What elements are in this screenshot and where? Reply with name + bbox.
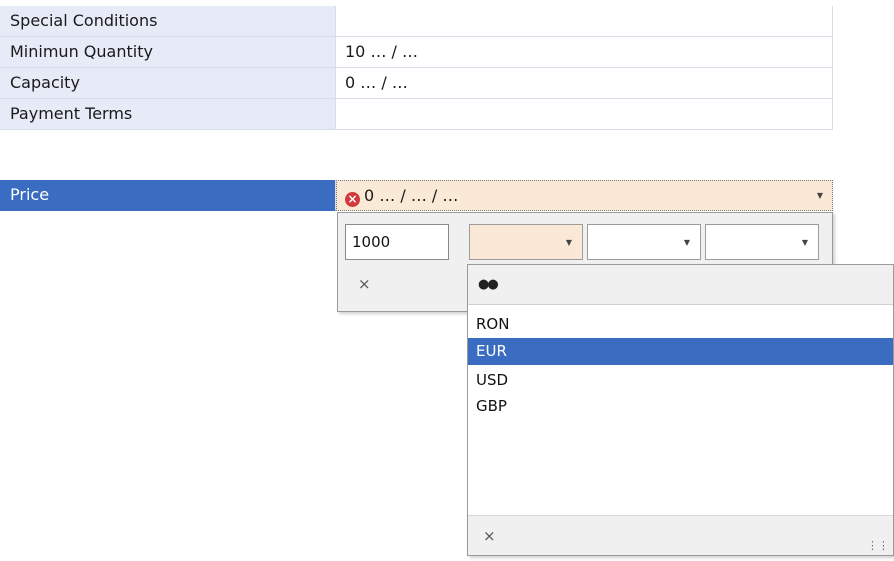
- row-label: Payment Terms: [0, 99, 336, 130]
- binoculars-icon[interactable]: ●●: [478, 277, 499, 292]
- chevron-down-icon[interactable]: ▼: [566, 225, 572, 261]
- price-value-editor[interactable]: × 0 … / … / … ▼: [336, 180, 833, 211]
- period-combo[interactable]: ▼: [705, 224, 819, 260]
- row-payment-terms[interactable]: Payment Terms: [0, 99, 833, 130]
- list-footer: × ⋮⋮: [468, 515, 893, 555]
- row-value[interactable]: 10 … / …: [336, 37, 833, 68]
- row-value: 0 … / … / …: [364, 186, 459, 205]
- row-label: Minimun Quantity: [0, 37, 336, 68]
- row-label: Price: [0, 180, 336, 211]
- row-label: Capacity: [0, 68, 336, 99]
- row-capacity[interactable]: Capacity 0 … / …: [0, 68, 833, 99]
- chevron-down-icon[interactable]: ▼: [817, 181, 823, 211]
- row-minimum-quantity[interactable]: Minimun Quantity 10 … / …: [0, 37, 833, 68]
- unit-combo[interactable]: ▼: [587, 224, 701, 260]
- row-price[interactable]: Price × 0 … / … / … ▼: [0, 180, 833, 211]
- row-label: Special Conditions: [0, 6, 336, 37]
- row-value[interactable]: [336, 99, 833, 130]
- currency-dropdown-list: ●● RON EUR USD GBP × ⋮⋮: [467, 264, 894, 556]
- list-item[interactable]: GBP: [468, 393, 893, 420]
- resize-grip-icon[interactable]: ⋮⋮: [867, 540, 889, 551]
- clear-button[interactable]: ×: [483, 521, 496, 551]
- row-value[interactable]: 0 … / …: [336, 68, 833, 99]
- currency-combo[interactable]: ▼: [469, 224, 583, 260]
- row-special-conditions[interactable]: Special Conditions: [0, 6, 833, 37]
- list-item[interactable]: USD: [468, 367, 893, 394]
- error-icon: ×: [345, 192, 360, 207]
- row-value[interactable]: [336, 6, 833, 37]
- amount-input[interactable]: 1000: [345, 224, 449, 260]
- chevron-down-icon[interactable]: ▼: [684, 225, 690, 261]
- list-search-bar[interactable]: ●●: [468, 265, 893, 305]
- list-item[interactable]: RON: [468, 311, 893, 338]
- list-item[interactable]: EUR: [468, 338, 893, 365]
- clear-button[interactable]: ×: [358, 269, 371, 299]
- chevron-down-icon[interactable]: ▼: [802, 225, 808, 261]
